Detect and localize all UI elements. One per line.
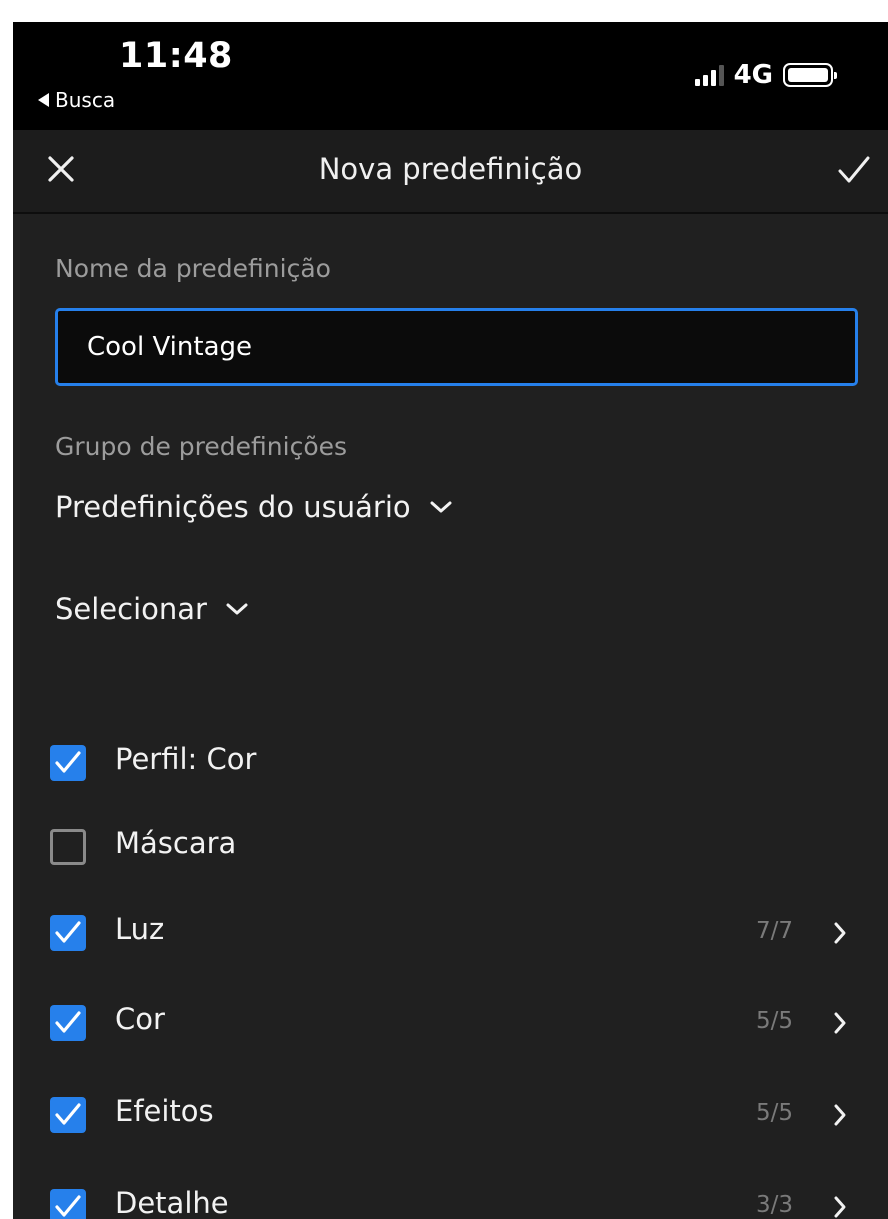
setting-row-detalhe[interactable]: Detalhe 3/3 bbox=[13, 1174, 888, 1219]
setting-row-efeitos[interactable]: Efeitos 5/5 bbox=[13, 1082, 888, 1152]
checkbox-checked[interactable] bbox=[50, 1097, 86, 1133]
checkmark-icon bbox=[55, 1195, 81, 1217]
checkbox-checked[interactable] bbox=[50, 1189, 86, 1219]
setting-row-mascara[interactable]: Máscara bbox=[13, 814, 888, 884]
checkmark-icon bbox=[55, 1103, 81, 1125]
setting-label: Perfil: Cor bbox=[115, 742, 257, 776]
network-type: 4G bbox=[733, 60, 773, 90]
back-to-search-link[interactable]: Busca bbox=[38, 88, 115, 112]
checkmark-icon[interactable] bbox=[836, 153, 872, 187]
preset-group-dropdown[interactable]: Predefinições do usuário bbox=[55, 490, 453, 524]
header-bar: Nova predefinição bbox=[13, 130, 888, 214]
status-bar: 11:48 Busca 4G bbox=[13, 22, 888, 130]
setting-row-perfil-cor[interactable]: Perfil: Cor bbox=[13, 730, 888, 800]
setting-count: 7/7 bbox=[755, 918, 793, 944]
setting-label: Detalhe bbox=[115, 1186, 229, 1219]
form-content: Nome da predefinição Cool Vintage Grupo … bbox=[13, 214, 888, 1219]
back-label: Busca bbox=[55, 88, 116, 112]
checkbox-checked[interactable] bbox=[50, 745, 86, 781]
chevron-right-icon[interactable] bbox=[832, 1194, 848, 1219]
checkbox-unchecked[interactable] bbox=[50, 829, 86, 865]
setting-count: 5/5 bbox=[755, 1008, 793, 1034]
checkmark-icon bbox=[55, 1011, 81, 1033]
checkbox-checked[interactable] bbox=[50, 915, 86, 951]
preset-name-label: Nome da predefinição bbox=[55, 254, 331, 283]
setting-label: Luz bbox=[115, 912, 165, 946]
setting-count: 3/3 bbox=[755, 1192, 793, 1218]
preset-group-value: Predefinições do usuário bbox=[55, 490, 411, 524]
page-title: Nova predefinição bbox=[318, 152, 583, 186]
setting-count: 5/5 bbox=[755, 1100, 793, 1126]
setting-label: Máscara bbox=[115, 826, 237, 860]
setting-row-luz[interactable]: Luz 7/7 bbox=[13, 900, 888, 970]
chevron-down-icon bbox=[430, 501, 452, 513]
back-triangle-icon bbox=[38, 93, 49, 107]
select-dropdown[interactable]: Selecionar bbox=[55, 592, 249, 626]
select-label: Selecionar bbox=[55, 592, 207, 626]
app-screen: 11:48 Busca 4G Nova predefinição Nome da… bbox=[13, 22, 888, 1219]
status-indicators: 4G bbox=[694, 60, 837, 90]
chevron-right-icon[interactable] bbox=[832, 920, 848, 946]
setting-label: Cor bbox=[115, 1002, 165, 1036]
setting-label: Efeitos bbox=[115, 1094, 214, 1128]
preset-name-input[interactable]: Cool Vintage bbox=[55, 308, 858, 386]
signal-icon bbox=[694, 64, 724, 86]
setting-row-cor[interactable]: Cor 5/5 bbox=[13, 990, 888, 1060]
checkmark-icon bbox=[55, 751, 81, 773]
chevron-down-icon bbox=[226, 603, 248, 615]
checkbox-checked[interactable] bbox=[50, 1005, 86, 1041]
chevron-right-icon[interactable] bbox=[832, 1010, 848, 1036]
preset-group-label: Grupo de predefinições bbox=[55, 432, 348, 461]
checkmark-icon bbox=[55, 921, 81, 943]
chevron-right-icon[interactable] bbox=[832, 1102, 848, 1128]
status-time: 11:48 bbox=[119, 36, 233, 76]
battery-icon bbox=[783, 63, 837, 87]
